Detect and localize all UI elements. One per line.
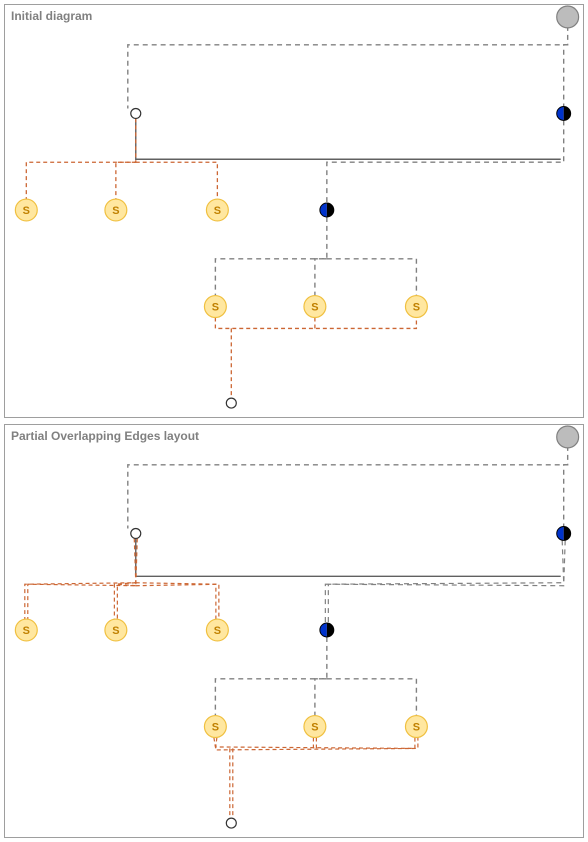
edge-bot-orangepair-1-a xyxy=(117,584,135,619)
node-leaf xyxy=(226,398,236,408)
edge-bot-orangepair-3-b xyxy=(214,737,415,748)
node-half1 xyxy=(557,527,571,541)
node-s4-label: S xyxy=(212,302,219,314)
edge-bot-gray-4 xyxy=(327,679,417,716)
node-s1-label: S xyxy=(23,205,30,217)
edge-bot-gray-0 xyxy=(128,437,568,529)
nodes-bottom: S S S S S S xyxy=(15,426,578,828)
node-root xyxy=(557,6,579,28)
edge-top-2 xyxy=(136,118,561,159)
node-leaf xyxy=(226,818,236,828)
edge-top-10 xyxy=(215,317,416,328)
edge-bot-orangepair-2-a xyxy=(136,584,219,619)
node-half2 xyxy=(320,203,334,217)
panel-partial: Partial Overlapping Edges layout SSSSSS xyxy=(4,424,584,838)
edge-top-0 xyxy=(128,17,568,109)
node-s2-label: S xyxy=(112,205,119,217)
node-root xyxy=(557,426,579,448)
node-s6-label: S xyxy=(413,722,420,734)
node-s2-label: S xyxy=(112,625,119,637)
edge-top-1 xyxy=(564,45,568,107)
edge-bot-gray-1 xyxy=(564,465,568,527)
panel-initial: Initial diagram SSSSSS xyxy=(4,4,584,418)
nodes-top: S S S S S S xyxy=(15,6,578,408)
edge-top-5 xyxy=(116,162,136,199)
edge-bot-graypair-0-a xyxy=(328,540,565,623)
edge-bot-orangepair-0-b xyxy=(25,538,136,619)
node-s6-label: S xyxy=(413,302,420,314)
node-half1 xyxy=(557,107,571,121)
edge-top-8 xyxy=(315,259,327,296)
node-s3-label: S xyxy=(214,625,221,637)
edge-bot-orangepair-2-b xyxy=(136,583,216,619)
node-s3-label: S xyxy=(214,205,221,217)
node-half2 xyxy=(320,623,334,637)
node-s5-label: S xyxy=(311,302,318,314)
node-branch xyxy=(131,528,141,538)
edge-bot-gray-2 xyxy=(215,637,326,716)
edge-top-9 xyxy=(327,259,417,296)
edge-top-7 xyxy=(215,217,326,296)
diagram-partial: S S S S S S xyxy=(5,425,583,837)
edge-bot-graypair-0-b xyxy=(325,540,563,623)
node-s4-label: S xyxy=(212,722,219,734)
edge-top-3 xyxy=(327,120,564,203)
edge-bot-gray-3 xyxy=(315,679,327,716)
node-s1-label: S xyxy=(23,625,30,637)
edge-bot-orangepair-0-a xyxy=(28,538,137,619)
node-s5-label: S xyxy=(311,722,318,734)
diagram-initial: S S S S S S xyxy=(5,5,583,417)
canvas: Initial diagram SSSSSS Partial Overlappi… xyxy=(0,0,588,842)
edge-top-6 xyxy=(136,162,218,199)
edge-top-4 xyxy=(26,118,135,199)
edge-bot-solid-0 xyxy=(136,538,561,576)
node-branch xyxy=(131,108,141,118)
